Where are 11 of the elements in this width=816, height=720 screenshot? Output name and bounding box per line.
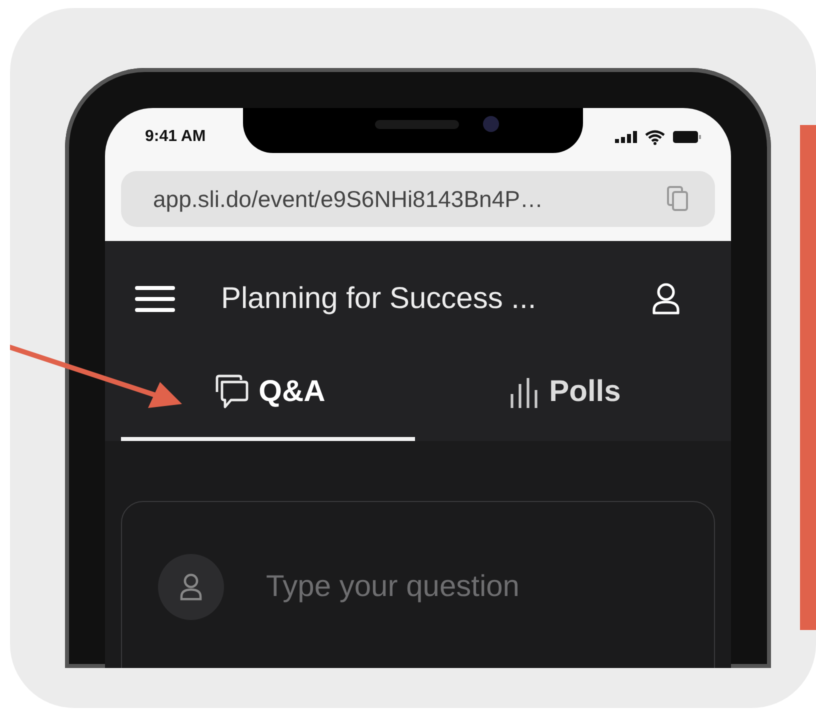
event-title: Planning for Success ... (221, 282, 538, 316)
wifi-icon (645, 130, 665, 144)
battery-icon (673, 131, 701, 143)
tab[interactable]: Polls (415, 357, 715, 441)
status-time: 9:41 AM (145, 128, 206, 146)
bar-chart-icon (509, 376, 540, 408)
address-bar[interactable]: app.sli.do/event/e9S6NHi8143Bn4P… (121, 171, 715, 227)
user-icon[interactable] (651, 282, 681, 316)
menu-icon[interactable] (135, 285, 175, 313)
signal-icon (615, 131, 637, 143)
question-input[interactable]: Type your question (264, 569, 648, 605)
